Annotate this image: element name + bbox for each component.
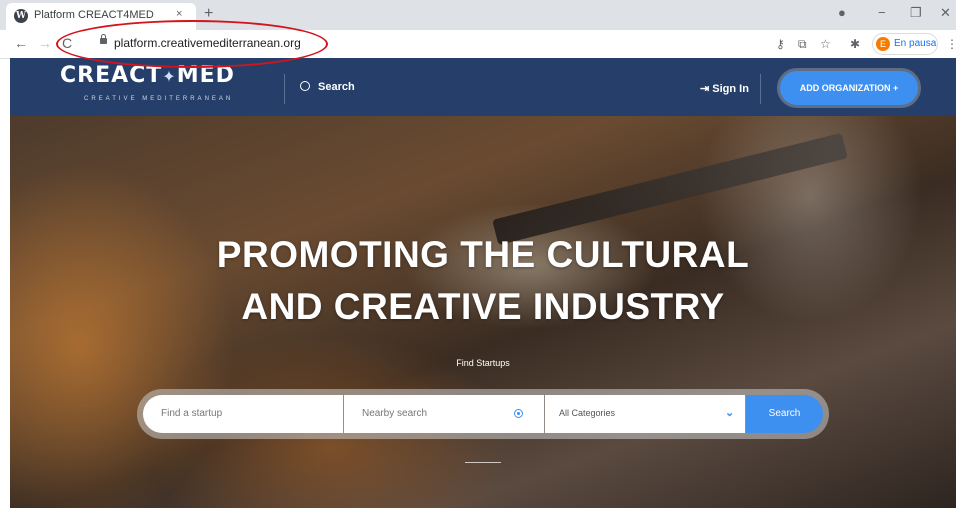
header-search-link[interactable]: Search — [300, 80, 355, 93]
header-search-label: Search — [318, 81, 355, 93]
nearby-search-input[interactable] — [360, 407, 514, 420]
category-select[interactable]: All Categories ⌄ — [545, 395, 745, 433]
restore-button[interactable]: ❐ — [910, 5, 922, 21]
hero-headline-line1: PROMOTING THE CULTURAL — [216, 234, 750, 275]
hero-headline-line2: AND CREATIVE INDUSTRY — [241, 286, 725, 327]
profile-label: En pausa — [894, 38, 937, 49]
extensions-icon[interactable]: ✱ — [850, 37, 860, 51]
star-icon[interactable]: ☆ — [820, 37, 831, 51]
sign-in-link[interactable]: ⇥ Sign In — [700, 82, 749, 95]
location-icon[interactable] — [514, 409, 523, 418]
hero-background-image — [492, 132, 848, 246]
logo-subtitle: CREATIVE MEDITERRANEAN — [84, 96, 234, 102]
category-label: All Categories — [559, 408, 616, 418]
forward-icon[interactable]: → — [38, 35, 52, 51]
translate-icon[interactable]: ⧉ — [798, 37, 807, 52]
hero-section: PROMOTING THE CULTURAL AND CREATIVE INDU… — [10, 116, 956, 508]
wordpress-icon: W — [14, 9, 28, 23]
find-startups-label: Find Startups — [456, 358, 510, 368]
add-organization-button[interactable]: ADD ORGANIZATION + — [777, 68, 921, 108]
slider-indicator[interactable] — [465, 462, 501, 463]
sign-in-icon: ⇥ — [700, 83, 710, 95]
sign-in-label: Sign In — [712, 83, 749, 95]
minimize-button[interactable]: − — [878, 5, 886, 20]
startup-search-field[interactable] — [143, 395, 343, 433]
tab-title: Platform CREACT4MED — [34, 9, 154, 21]
chrome-profile-icon[interactable]: ● — [838, 5, 846, 20]
avatar: E — [876, 37, 890, 51]
chevron-down-icon[interactable]: ⌄ — [725, 406, 734, 419]
startup-search-input[interactable] — [159, 407, 313, 420]
logo-star-icon: ✦ — [162, 67, 177, 86]
close-window-button[interactable]: ✕ — [940, 5, 951, 21]
header-divider — [284, 74, 285, 104]
search-button[interactable]: Search — [746, 395, 823, 433]
search-icon — [300, 81, 310, 91]
tab-close-icon[interactable]: × — [176, 8, 182, 20]
startup-search-bar: All Categories ⌄ Search — [137, 389, 829, 439]
profile-button[interactable]: E En pausa — [872, 33, 938, 55]
header-divider-2 — [760, 74, 761, 104]
menu-icon[interactable]: ⋮ — [946, 37, 956, 51]
logo-text: CREACT — [60, 63, 163, 88]
nearby-search-field[interactable] — [344, 395, 544, 433]
key-icon[interactable]: ⚷ — [776, 37, 785, 51]
annotation-ellipse — [56, 20, 328, 68]
back-icon[interactable]: ← — [14, 35, 28, 51]
